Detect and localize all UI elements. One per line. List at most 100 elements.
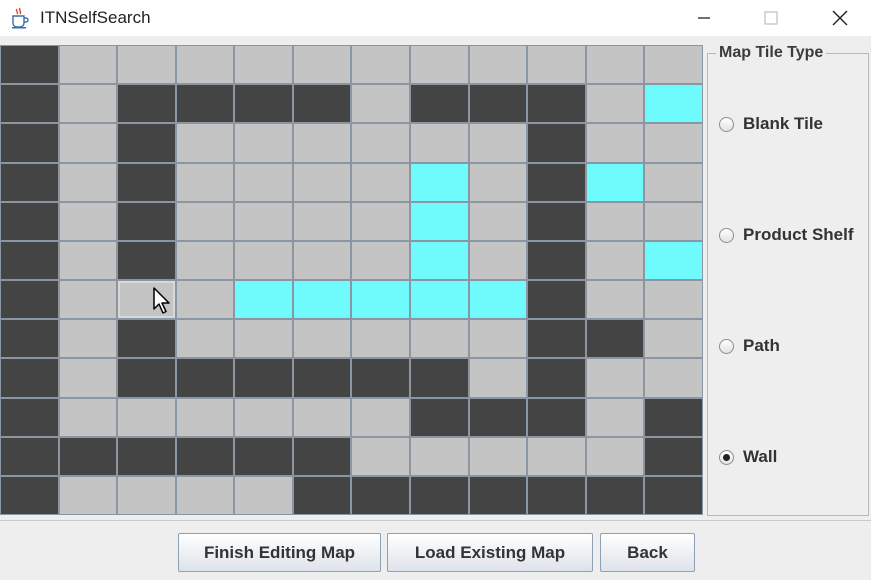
radio-product-shelf[interactable]: Product Shelf xyxy=(719,225,854,245)
map-tile-path[interactable] xyxy=(411,202,468,240)
map-tile-blank[interactable] xyxy=(586,46,644,84)
load-existing-map-button[interactable]: Load Existing Map xyxy=(387,533,593,572)
map-tile-blank[interactable] xyxy=(118,281,175,319)
map-tile-blank[interactable] xyxy=(176,163,234,201)
map-tile-blank[interactable] xyxy=(411,320,468,358)
map-tile-blank[interactable] xyxy=(235,320,292,358)
map-tile-blank[interactable] xyxy=(176,124,234,162)
map-tile-wall[interactable] xyxy=(1,281,58,319)
map-tile-blank[interactable] xyxy=(293,241,351,279)
map-tile-blank[interactable] xyxy=(235,124,292,162)
map-tile-wall[interactable] xyxy=(528,202,585,240)
map-tile-blank[interactable] xyxy=(528,46,585,84)
map-tile-wall[interactable] xyxy=(176,359,234,397)
radio-button-icon[interactable] xyxy=(719,449,734,465)
map-tile-blank[interactable] xyxy=(469,202,527,240)
map-tile-blank[interactable] xyxy=(352,241,410,279)
map-tile-path[interactable] xyxy=(586,163,644,201)
map-tile-blank[interactable] xyxy=(411,437,468,475)
map-tile-blank[interactable] xyxy=(59,241,117,279)
map-tile-blank[interactable] xyxy=(176,202,234,240)
map-tile-wall[interactable] xyxy=(1,202,58,240)
map-tile-blank[interactable] xyxy=(235,202,292,240)
map-tile-wall[interactable] xyxy=(411,398,468,436)
map-tile-blank[interactable] xyxy=(586,359,644,397)
map-tile-blank[interactable] xyxy=(352,85,410,123)
map-tile-wall[interactable] xyxy=(59,437,117,475)
map-tile-wall[interactable] xyxy=(176,85,234,123)
map-tile-blank[interactable] xyxy=(469,320,527,358)
map-tile-wall[interactable] xyxy=(235,437,292,475)
map-tile-wall[interactable] xyxy=(352,359,410,397)
map-tile-path[interactable] xyxy=(645,241,702,279)
map-tile-path[interactable] xyxy=(411,281,468,319)
map-tile-wall[interactable] xyxy=(1,163,58,201)
map-tile-blank[interactable] xyxy=(645,281,702,319)
map-tile-path[interactable] xyxy=(235,281,292,319)
map-tile-blank[interactable] xyxy=(293,46,351,84)
map-tile-wall[interactable] xyxy=(528,85,585,123)
map-tile-wall[interactable] xyxy=(1,320,58,358)
map-tile-blank[interactable] xyxy=(645,320,702,358)
map-tile-wall[interactable] xyxy=(411,476,468,514)
map-tile-blank[interactable] xyxy=(293,320,351,358)
map-tile-wall[interactable] xyxy=(586,476,644,514)
map-tile-wall[interactable] xyxy=(1,46,58,84)
radio-path[interactable]: Path xyxy=(719,336,780,356)
map-tile-blank[interactable] xyxy=(59,476,117,514)
map-tile-wall[interactable] xyxy=(528,163,585,201)
map-tile-blank[interactable] xyxy=(59,85,117,123)
map-tile-path[interactable] xyxy=(411,163,468,201)
map-tile-path[interactable] xyxy=(411,241,468,279)
map-tile-wall[interactable] xyxy=(528,398,585,436)
map-tile-wall[interactable] xyxy=(645,398,702,436)
map-tile-blank[interactable] xyxy=(235,163,292,201)
finish-editing-map-button[interactable]: Finish Editing Map xyxy=(178,533,381,572)
map-tile-blank[interactable] xyxy=(176,398,234,436)
map-tile-blank[interactable] xyxy=(352,163,410,201)
map-tile-blank[interactable] xyxy=(586,85,644,123)
map-tile-wall[interactable] xyxy=(118,359,175,397)
map-tile-blank[interactable] xyxy=(59,202,117,240)
map-tile-blank[interactable] xyxy=(176,476,234,514)
radio-button-icon[interactable] xyxy=(719,227,734,243)
map-tile-blank[interactable] xyxy=(118,476,175,514)
map-tile-blank[interactable] xyxy=(528,437,585,475)
map-tile-wall[interactable] xyxy=(528,359,585,397)
map-tile-blank[interactable] xyxy=(59,46,117,84)
close-button[interactable] xyxy=(817,0,863,36)
map-tile-blank[interactable] xyxy=(176,320,234,358)
map-tile-blank[interactable] xyxy=(469,46,527,84)
map-tile-blank[interactable] xyxy=(293,202,351,240)
map-tile-blank[interactable] xyxy=(352,320,410,358)
map-tile-blank[interactable] xyxy=(352,437,410,475)
map-tile-blank[interactable] xyxy=(645,163,702,201)
map-tile-wall[interactable] xyxy=(235,359,292,397)
map-tile-blank[interactable] xyxy=(235,398,292,436)
radio-wall[interactable]: Wall xyxy=(719,447,777,467)
map-tile-blank[interactable] xyxy=(59,163,117,201)
map-tile-blank[interactable] xyxy=(586,281,644,319)
map-tile-wall[interactable] xyxy=(411,359,468,397)
map-tile-blank[interactable] xyxy=(59,359,117,397)
map-tile-wall[interactable] xyxy=(645,437,702,475)
map-tile-wall[interactable] xyxy=(293,85,351,123)
map-tile-wall[interactable] xyxy=(118,437,175,475)
map-tile-blank[interactable] xyxy=(469,359,527,397)
map-tile-blank[interactable] xyxy=(235,476,292,514)
map-tile-wall[interactable] xyxy=(528,320,585,358)
map-tile-blank[interactable] xyxy=(59,398,117,436)
map-tile-blank[interactable] xyxy=(118,46,175,84)
map-tile-blank[interactable] xyxy=(293,163,351,201)
map-tile-blank[interactable] xyxy=(411,124,468,162)
map-tile-blank[interactable] xyxy=(176,281,234,319)
map-tile-blank[interactable] xyxy=(235,241,292,279)
map-tile-blank[interactable] xyxy=(411,46,468,84)
map-tile-blank[interactable] xyxy=(352,46,410,84)
map-tile-wall[interactable] xyxy=(469,85,527,123)
map-tile-blank[interactable] xyxy=(235,46,292,84)
map-tile-wall[interactable] xyxy=(1,476,58,514)
map-tile-blank[interactable] xyxy=(293,398,351,436)
radio-button-icon[interactable] xyxy=(719,338,734,354)
radio-button-icon[interactable] xyxy=(719,116,734,132)
